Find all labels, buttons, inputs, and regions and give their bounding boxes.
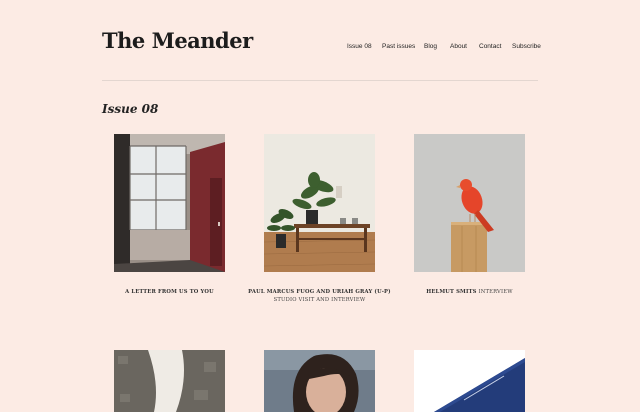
nav-item-about[interactable]: About	[450, 43, 467, 50]
article-title[interactable]: Helmut Smits	[426, 289, 476, 295]
article-image[interactable]	[414, 350, 525, 412]
nav-item-past-issues[interactable]: Past issues	[382, 43, 415, 50]
article-image[interactable]	[114, 350, 225, 412]
article-type: Studio Visit and Interview	[273, 297, 366, 303]
article-image[interactable]	[114, 134, 225, 272]
nav-item-blog[interactable]: Blog	[424, 43, 437, 50]
issue-heading: Issue 08	[102, 102, 159, 116]
nav-item-issue-08[interactable]: Issue 08	[347, 43, 372, 50]
header-divider	[102, 80, 538, 81]
article-image[interactable]	[414, 134, 525, 272]
main-nav: Issue 08 Past issues Blog About Contact …	[0, 43, 640, 55]
article-image[interactable]	[264, 134, 375, 272]
article-type: Interview	[478, 289, 513, 295]
nav-item-subscribe[interactable]: Subscribe	[512, 43, 541, 50]
article-caption: Helmut Smits Interview	[374, 288, 565, 296]
nav-item-contact[interactable]: Contact	[479, 43, 501, 50]
article-image[interactable]	[264, 350, 375, 412]
